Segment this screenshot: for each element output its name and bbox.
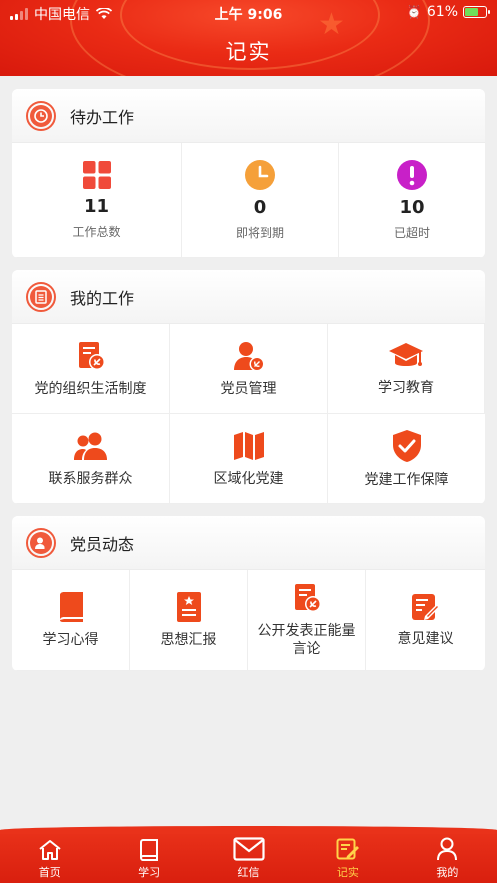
- work-item-label: 党建工作保障: [364, 471, 449, 488]
- dynamics-item-label: 思想汇报: [160, 632, 217, 648]
- people-icon: [73, 432, 107, 460]
- clock-icon: [26, 100, 56, 131]
- dynamics-item-positive-speech[interactable]: 公开发表正能量言论: [248, 570, 366, 671]
- book-icon: [59, 592, 83, 622]
- tab-study[interactable]: 学习: [99, 830, 198, 883]
- home-icon: [39, 840, 61, 860]
- work-item-regional-party[interactable]: 区域化党建: [170, 414, 328, 504]
- stat-label: 已超时: [393, 226, 430, 240]
- tab-label: 记实: [336, 866, 359, 879]
- tab-label: 我的: [436, 866, 459, 879]
- stat-expiring-soon[interactable]: 0 即将到期: [182, 143, 339, 258]
- stat-overdue[interactable]: 10 已超时: [339, 143, 485, 258]
- tab-record[interactable]: 记实: [298, 830, 397, 883]
- card-header: 党员动态: [12, 516, 485, 570]
- member-dynamics-card: 党员动态 学习心得 思想汇报 公开发表正能量言论 意见建议: [12, 516, 485, 671]
- work-item-label: 联系服务群众: [48, 470, 133, 487]
- tab-label: 红信: [237, 866, 260, 879]
- stat-label: 工作总数: [72, 225, 121, 239]
- book-icon: [140, 839, 159, 861]
- tab-mine[interactable]: 我的: [398, 830, 497, 883]
- my-work-card: 我的工作 党的组织生活制度 党员管理 学习教育 联系服务群众 区域化党建 党建工…: [12, 270, 485, 504]
- tab-label: 首页: [38, 866, 61, 879]
- battery-icon: [463, 6, 490, 18]
- card-title: 待办工作: [70, 107, 135, 127]
- document-list-icon: [26, 281, 56, 312]
- dynamics-item-label: 意见建议: [397, 631, 454, 647]
- work-item-label: 学习教育: [378, 379, 434, 396]
- card-title: 党员动态: [70, 534, 135, 554]
- pending-work-card: 待办工作 11 工作总数 0 即将到期 10 已超时: [12, 89, 485, 258]
- work-item-learning-education[interactable]: 学习教育: [328, 324, 485, 414]
- dynamics-item-thought-report[interactable]: 思想汇报: [130, 570, 248, 671]
- speech-document-icon: [294, 584, 321, 612]
- work-item-org-life-system[interactable]: 党的组织生活制度: [12, 324, 170, 414]
- member-icon: [233, 341, 264, 371]
- tab-home[interactable]: 首页: [0, 830, 99, 883]
- grid-icon: [82, 161, 111, 189]
- page-title: 记实: [225, 40, 272, 64]
- tab-bar: 首页 学习 红信 记实 我的: [0, 826, 497, 883]
- tab-label: 学习: [138, 866, 161, 879]
- work-item-label: 党的组织生活制度: [34, 380, 147, 397]
- clock-icon: [245, 160, 275, 190]
- dynamics-item-label: 公开发表正能量言论: [257, 623, 356, 657]
- edit-note-icon: [411, 594, 440, 620]
- alarm-icon: ⏰: [406, 5, 422, 19]
- map-icon: [233, 431, 264, 460]
- dynamics-item-label: 学习心得: [42, 632, 99, 648]
- card-title: 我的工作: [70, 288, 135, 308]
- stat-total-work[interactable]: 11 工作总数: [12, 143, 182, 258]
- card-header: 我的工作: [12, 270, 485, 324]
- stat-value: 10: [399, 197, 425, 218]
- exclamation-icon: [397, 160, 427, 190]
- stat-value: 0: [253, 197, 267, 218]
- header: ★ 中国电信 上午 9:06 ⏰ 61% 记实: [0, 0, 497, 76]
- graduation-cap-icon: [389, 342, 423, 366]
- work-item-label: 党员管理: [220, 380, 277, 397]
- stat-label: 即将到期: [235, 226, 284, 240]
- work-item-party-guarantee[interactable]: 党建工作保障: [328, 414, 485, 504]
- stat-value: 11: [83, 196, 110, 217]
- card-header: 待办工作: [12, 89, 485, 143]
- member-badge-icon: [26, 527, 56, 558]
- mail-icon: [232, 837, 265, 861]
- status-bar: 中国电信 上午 9:06 ⏰ 61%: [0, 0, 497, 26]
- edit-note-icon: [336, 838, 359, 860]
- work-item-member-management[interactable]: 党员管理: [170, 324, 328, 414]
- party-document-icon: [78, 341, 105, 370]
- report-icon: [176, 592, 201, 622]
- user-icon: [437, 837, 458, 861]
- work-item-label: 区域化党建: [213, 470, 284, 487]
- dynamics-item-study-notes[interactable]: 学习心得: [12, 570, 130, 671]
- battery-percent: 61%: [426, 4, 458, 20]
- tab-red-mail[interactable]: 红信: [199, 830, 298, 883]
- work-item-serve-masses[interactable]: 联系服务群众: [12, 414, 170, 504]
- dynamics-item-suggestions[interactable]: 意见建议: [366, 570, 485, 671]
- shield-check-icon: [392, 429, 421, 462]
